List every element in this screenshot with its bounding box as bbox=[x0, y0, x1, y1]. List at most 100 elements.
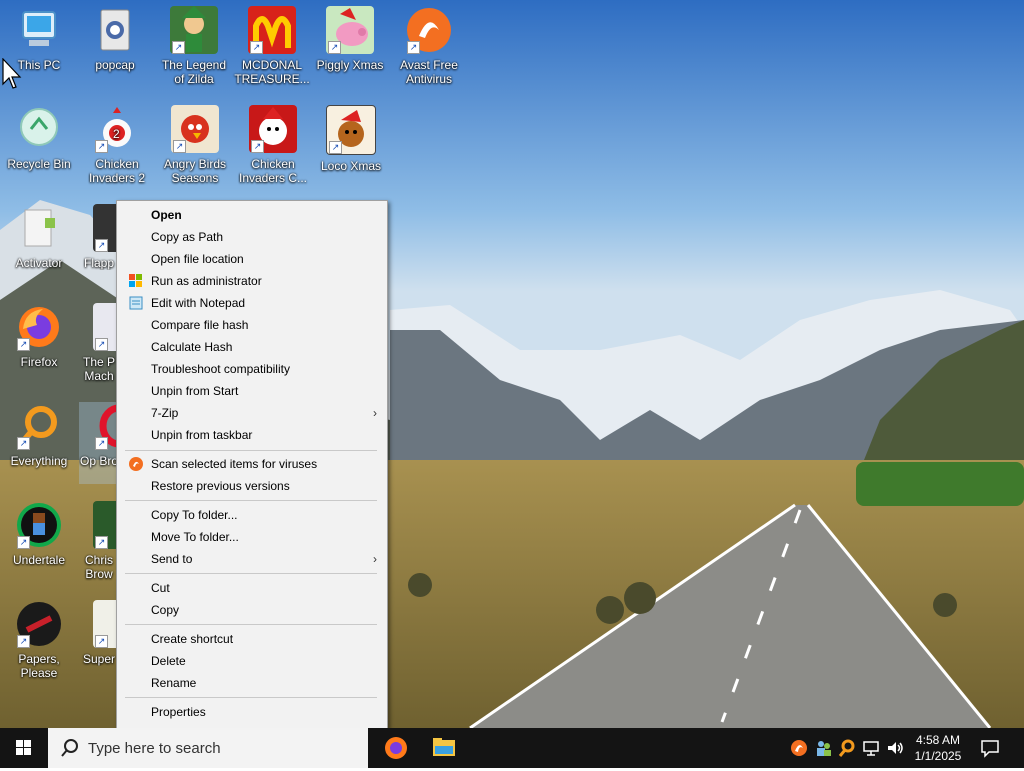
menu-item-label: Copy To folder... bbox=[151, 508, 238, 522]
desktop-icon-activator[interactable]: Activator bbox=[1, 204, 77, 270]
taskbar-search-box[interactable]: Type here to search bbox=[48, 728, 368, 768]
recycle-bin-icon bbox=[15, 105, 63, 153]
menu-item-move-to-folder[interactable]: Move To folder... bbox=[117, 526, 387, 548]
shortcut-arrow-icon: ↗ bbox=[251, 140, 264, 153]
menu-item-label: Compare file hash bbox=[151, 318, 249, 332]
menu-item-label: Open bbox=[151, 208, 182, 222]
desktop-icon-flappy[interactable]: ↗ Flapp bbox=[79, 204, 119, 270]
shortcut-arrow-icon: ↗ bbox=[17, 437, 30, 450]
shortcut-arrow-icon: ↗ bbox=[328, 41, 341, 54]
menu-item-label: Run as administrator bbox=[151, 274, 262, 288]
menu-item-troubleshoot-compatibility[interactable]: Troubleshoot compatibility bbox=[117, 358, 387, 380]
menu-item-delete[interactable]: Delete bbox=[117, 650, 387, 672]
clock[interactable]: 4:58 AM 1/1/2025 bbox=[908, 732, 968, 764]
desktop-icon-recycle-bin[interactable]: Recycle Bin bbox=[1, 105, 77, 171]
menu-item-send-to[interactable]: Send to › bbox=[117, 548, 387, 570]
desktop-icon-everything[interactable]: ↗ Everything bbox=[1, 402, 77, 468]
menu-item-label: Properties bbox=[151, 705, 206, 719]
desktop-icon-piggly-xmas[interactable]: ↗ Piggly Xmas bbox=[312, 6, 388, 72]
menu-item-edit-with-notepad[interactable]: Edit with Notepad bbox=[117, 292, 387, 314]
desktop-icon-chicken-invaders-c[interactable]: ↗ Chicken Invaders C... bbox=[235, 105, 311, 185]
firefox-icon: ↗ bbox=[15, 303, 63, 351]
shortcut-arrow-icon: ↗ bbox=[95, 536, 108, 549]
menu-item-create-shortcut[interactable]: Create shortcut bbox=[117, 628, 387, 650]
menu-item-unpin-from-taskbar[interactable]: Unpin from taskbar bbox=[117, 424, 387, 446]
taskbar-app-file-explorer[interactable] bbox=[420, 728, 468, 768]
shortcut-arrow-icon: ↗ bbox=[407, 41, 420, 54]
everything-icon: ↗ bbox=[15, 402, 63, 450]
notification-icon[interactable] bbox=[980, 738, 1000, 758]
notepad-icon bbox=[129, 296, 143, 310]
shortcut-arrow-icon: ↗ bbox=[95, 338, 108, 351]
volume-icon[interactable] bbox=[885, 738, 905, 758]
desktop-icon-zelda[interactable]: ↗ The Legend of Zilda bbox=[156, 6, 232, 86]
this-pc-icon bbox=[15, 6, 63, 54]
desktop-icon-pinball[interactable]: ↗ The P Mach bbox=[79, 303, 119, 383]
desktop-icon-opera[interactable]: ↗ Op Bro bbox=[79, 402, 119, 484]
papers-please-icon: ↗ bbox=[15, 600, 63, 648]
search-tool-icon[interactable] bbox=[837, 738, 857, 758]
desktop-icon-label: Avast Free Antivirus bbox=[400, 58, 458, 86]
menu-separator bbox=[125, 573, 377, 574]
desktop-icon-undertale[interactable]: ↗ Undertale bbox=[1, 501, 77, 567]
chicken-invaders-2-icon: 2 ↗ bbox=[93, 105, 141, 153]
desktop-icon-label: Recycle Bin bbox=[7, 157, 71, 171]
shortcut-arrow-icon: ↗ bbox=[172, 41, 185, 54]
menu-item-scan-for-viruses[interactable]: Scan selected items for viruses bbox=[117, 453, 387, 475]
desktop: This PC popcap ↗ The Legend of Zilda ↗ M… bbox=[0, 0, 1024, 728]
menu-item-7-zip[interactable]: 7-Zip › bbox=[117, 402, 387, 424]
menu-item-calculate-hash[interactable]: Calculate Hash bbox=[117, 336, 387, 358]
chicken-invaders-c-icon: ↗ bbox=[249, 105, 297, 153]
desktop-icon-chris[interactable]: ↗ Chris Brow bbox=[79, 501, 119, 581]
menu-item-label: Create shortcut bbox=[151, 632, 234, 646]
desktop-icon-mcdonal[interactable]: ↗ MCDONAL TREASURE... bbox=[234, 6, 310, 86]
people-icon[interactable] bbox=[813, 738, 833, 758]
desktop-icon-angry-birds[interactable]: ↗ Angry Birds Seasons bbox=[157, 105, 233, 185]
desktop-icon-chicken-invaders-2[interactable]: 2 ↗ Chicken Invaders 2 bbox=[79, 105, 155, 185]
popcap-folder-icon bbox=[91, 6, 139, 54]
menu-item-label: Restore previous versions bbox=[151, 479, 290, 493]
chevron-right-icon: › bbox=[373, 406, 377, 420]
menu-item-copy-to-folder[interactable]: Copy To folder... bbox=[117, 504, 387, 526]
menu-item-label: Copy bbox=[151, 603, 180, 617]
menu-separator bbox=[125, 500, 377, 501]
desktop-icon-label: Papers, Please bbox=[18, 652, 60, 680]
desktop-icon-super[interactable]: ↗ Super bbox=[79, 600, 119, 666]
menu-item-run-as-administrator[interactable]: Run as administrator bbox=[117, 270, 387, 292]
shortcut-arrow-icon: ↗ bbox=[17, 536, 30, 549]
angry-birds-icon: ↗ bbox=[171, 105, 219, 153]
desktop-icon-label: Angry Birds Seasons bbox=[163, 157, 227, 185]
menu-separator bbox=[125, 697, 377, 698]
desktop-icon-papers-please[interactable]: ↗ Papers, Please bbox=[1, 600, 77, 680]
desktop-icon-firefox[interactable]: ↗ Firefox bbox=[1, 303, 77, 369]
desktop-icon-label: Flapp bbox=[83, 256, 115, 270]
desktop-icon-label: Firefox bbox=[20, 355, 58, 369]
menu-item-copy-as-path[interactable]: Copy as Path bbox=[117, 226, 387, 248]
taskbar-app-firefox[interactable] bbox=[372, 728, 420, 768]
desktop-icon-loco-xmas[interactable]: ↗ Loco Xmas bbox=[313, 105, 389, 173]
menu-item-cut[interactable]: Cut bbox=[117, 577, 387, 599]
chevron-right-icon: › bbox=[373, 552, 377, 566]
menu-item-properties[interactable]: Properties bbox=[117, 701, 387, 723]
menu-item-unpin-from-start[interactable]: Unpin from Start bbox=[117, 380, 387, 402]
start-button[interactable] bbox=[0, 728, 48, 768]
mouse-cursor-icon bbox=[2, 58, 22, 89]
menu-item-compare-file-hash[interactable]: Compare file hash bbox=[117, 314, 387, 336]
menu-item-open-file-location[interactable]: Open file location bbox=[117, 248, 387, 270]
avast-tray-icon[interactable] bbox=[789, 738, 809, 758]
network-icon[interactable] bbox=[861, 738, 881, 758]
menu-separator bbox=[125, 624, 377, 625]
menu-item-open[interactable]: Open bbox=[117, 204, 387, 226]
menu-item-label: Calculate Hash bbox=[151, 340, 233, 354]
search-placeholder: Type here to search bbox=[88, 740, 221, 757]
desktop-icon-avast[interactable]: ↗ Avast Free Antivirus bbox=[391, 6, 467, 86]
menu-item-rename[interactable]: Rename bbox=[117, 672, 387, 694]
menu-item-restore-previous-versions[interactable]: Restore previous versions bbox=[117, 475, 387, 497]
menu-item-label: Scan selected items for viruses bbox=[151, 457, 318, 471]
desktop-icon-label: Super bbox=[82, 652, 116, 666]
activator-icon bbox=[15, 204, 63, 252]
desktop-icon-popcap[interactable]: popcap bbox=[77, 6, 153, 72]
desktop-icon-label: The P Mach bbox=[82, 355, 115, 383]
menu-item-copy[interactable]: Copy bbox=[117, 599, 387, 621]
desktop-icon-label: Everything bbox=[10, 454, 68, 468]
